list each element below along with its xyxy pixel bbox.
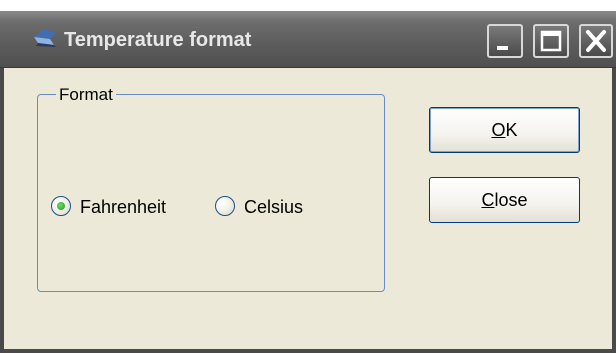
window-title: Temperature format <box>64 29 252 51</box>
close-label-rest: lose <box>494 190 528 210</box>
fahrenheit-label[interactable]: Fahrenheit <box>80 196 166 218</box>
app-icon <box>30 25 60 49</box>
maximize-button[interactable] <box>533 24 569 58</box>
ok-button[interactable]: OK <box>429 107 580 153</box>
ok-label-rest: K <box>505 120 518 140</box>
radio-selected-dot <box>57 202 65 210</box>
fahrenheit-radio[interactable] <box>51 196 71 216</box>
close-window-button[interactable] <box>579 24 613 58</box>
ok-mnemonic: O <box>491 120 506 140</box>
format-group-label: Format <box>56 85 116 105</box>
title-bar[interactable]: Temperature format <box>0 11 616 68</box>
screen-top-margin <box>0 0 616 11</box>
close-button[interactable]: Close <box>429 177 580 223</box>
celsius-label[interactable]: Celsius <box>244 196 303 218</box>
celsius-radio[interactable] <box>215 196 235 216</box>
maximize-icon <box>540 30 562 52</box>
close-icon <box>586 30 606 52</box>
minimize-button[interactable] <box>487 24 523 58</box>
minimize-icon <box>497 46 508 50</box>
format-groupbox <box>37 94 385 292</box>
close-mnemonic: C <box>481 190 495 210</box>
